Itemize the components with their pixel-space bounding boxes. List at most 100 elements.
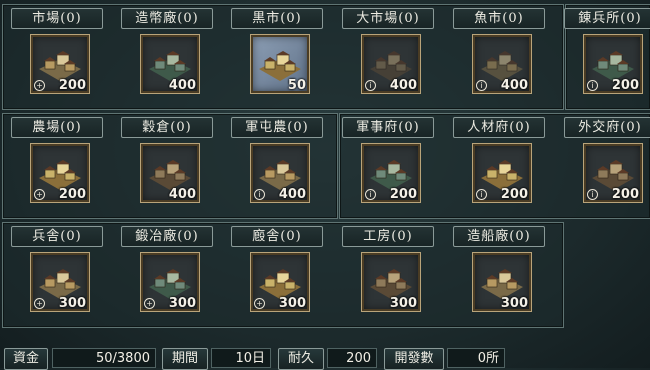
facility-count: (0) <box>177 229 199 244</box>
facility-name: 軍屯農 <box>245 120 288 135</box>
facility-tile[interactable]: +300 <box>30 252 90 312</box>
durability-label: 耐久 <box>278 348 324 370</box>
facility-tile[interactable]: +200 <box>30 34 90 94</box>
facility-name: 外交府 <box>578 120 621 135</box>
facility-count: (0) <box>287 120 309 135</box>
funds-label: 資金 <box>4 348 48 370</box>
facility-cost: 400 <box>389 78 417 93</box>
facility-slot[interactable]: 廏舎(0) +300 <box>220 226 330 326</box>
facility-slot[interactable]: 工房(0) 300 <box>331 226 441 326</box>
facility-tile[interactable]: +300 <box>250 252 310 312</box>
facility-name: 造船廠 <box>467 229 510 244</box>
facility-tile[interactable]: 300 <box>472 252 532 312</box>
facility-cost: 200 <box>58 78 86 93</box>
facility-slot[interactable]: 市場(0) +200 <box>0 8 110 108</box>
facility-cost: 200 <box>58 187 86 202</box>
facility-slot[interactable]: 軍屯農(0) i 400 <box>220 117 330 217</box>
facility-slot[interactable]: 錬兵所(0) i 200 <box>553 8 650 108</box>
facility-name: 工房 <box>363 229 392 244</box>
facility-name: 兵舎 <box>32 229 61 244</box>
facility-name: 魚市 <box>474 11 503 26</box>
developments-value: 0所 <box>447 348 505 368</box>
facility-name: 市場 <box>32 11 61 26</box>
facility-slot[interactable]: 鍛冶廠(0) +300 <box>110 226 220 326</box>
facility-label: 造船廠(0) <box>453 226 545 247</box>
facility-label: 軍屯農(0) <box>231 117 323 138</box>
facility-tile[interactable]: +200 <box>30 143 90 203</box>
facility-cost: 400 <box>168 78 196 93</box>
facility-cost: 200 <box>500 187 528 202</box>
facility-count: (0) <box>60 229 82 244</box>
facility-count: (0) <box>280 11 302 26</box>
facility-slot[interactable]: 造船廠(0) 300 <box>442 226 552 326</box>
funds-value: 50/3800 <box>52 348 156 368</box>
plus-circle-icon: + <box>34 298 45 309</box>
facility-count: (0) <box>398 11 420 26</box>
period-label: 期間 <box>162 348 208 370</box>
facility-tile[interactable]: +300 <box>140 252 200 312</box>
facility-count: (0) <box>509 229 531 244</box>
facility-name: 造幣廠 <box>135 11 178 26</box>
info-circle-icon: i <box>365 80 376 91</box>
facility-name: 錬兵所 <box>578 11 621 26</box>
facility-name: 大市場 <box>356 11 399 26</box>
plus-circle-icon: + <box>144 298 155 309</box>
facility-name: 農場 <box>32 120 61 135</box>
info-circle-icon: i <box>365 189 376 200</box>
facility-slot[interactable]: 黒市(0) 50 <box>220 8 330 108</box>
facility-slot[interactable]: 兵舎(0) +300 <box>0 226 110 326</box>
facility-label: 錬兵所(0) <box>564 8 650 29</box>
facility-count: (0) <box>620 11 642 26</box>
facility-slot[interactable]: 大市場(0) i 400 <box>331 8 441 108</box>
facility-count: (0) <box>620 120 642 135</box>
facility-tile[interactable]: i 400 <box>250 143 310 203</box>
facility-slot[interactable]: 軍事府(0) i 200 <box>331 117 441 217</box>
facility-count: (0) <box>502 11 524 26</box>
facility-tile[interactable]: i 200 <box>361 143 421 203</box>
plus-circle-icon: + <box>254 298 265 309</box>
durability-value: 200 <box>327 348 377 368</box>
facility-cost: 300 <box>278 296 306 311</box>
facility-label: 穀倉(0) <box>121 117 213 138</box>
facility-tile[interactable]: 300 <box>361 252 421 312</box>
facility-label: 黒市(0) <box>231 8 323 29</box>
facility-slot[interactable]: 人材府(0) i 200 <box>442 117 552 217</box>
info-circle-icon: i <box>254 189 265 200</box>
facility-tile[interactable]: 50 <box>250 34 310 94</box>
developments-label: 開發數 <box>384 348 444 370</box>
period-value: 10日 <box>211 348 271 368</box>
facility-cost: 50 <box>287 78 306 93</box>
facility-label: 鍛冶廠(0) <box>121 226 213 247</box>
facility-count: (0) <box>509 120 531 135</box>
facility-cost: 400 <box>168 187 196 202</box>
facility-count: (0) <box>391 229 413 244</box>
facility-slot[interactable]: 造幣廠(0) 400 <box>110 8 220 108</box>
facility-tile[interactable]: 400 <box>140 34 200 94</box>
facility-tile[interactable]: 400 <box>140 143 200 203</box>
facility-cost: 400 <box>500 78 528 93</box>
facility-tile[interactable]: i 400 <box>472 34 532 94</box>
facility-count: (0) <box>170 120 192 135</box>
facility-label: 軍事府(0) <box>342 117 434 138</box>
facility-tile[interactable]: i 200 <box>583 143 643 203</box>
facility-count: (0) <box>177 11 199 26</box>
info-circle-icon: i <box>476 189 487 200</box>
facility-cost: 300 <box>58 296 86 311</box>
facility-label: 農場(0) <box>11 117 103 138</box>
facility-name: 穀倉 <box>142 120 171 135</box>
facility-tile[interactable]: i 200 <box>472 143 532 203</box>
facility-tile[interactable]: i 200 <box>583 34 643 94</box>
facility-label: 大市場(0) <box>342 8 434 29</box>
facility-tile[interactable]: i 400 <box>361 34 421 94</box>
facility-label: 兵舎(0) <box>11 226 103 247</box>
facility-slot[interactable]: 農場(0) +200 <box>0 117 110 217</box>
facility-count: (0) <box>60 11 82 26</box>
facility-cost: 300 <box>168 296 196 311</box>
info-circle-icon: i <box>587 189 598 200</box>
facility-label: 人材府(0) <box>453 117 545 138</box>
plus-circle-icon: + <box>34 189 45 200</box>
facility-name: 軍事府 <box>356 120 399 135</box>
facility-slot[interactable]: 魚市(0) i 400 <box>442 8 552 108</box>
facility-slot[interactable]: 穀倉(0) 400 <box>110 117 220 217</box>
facility-slot[interactable]: 外交府(0) i 200 <box>553 117 650 217</box>
